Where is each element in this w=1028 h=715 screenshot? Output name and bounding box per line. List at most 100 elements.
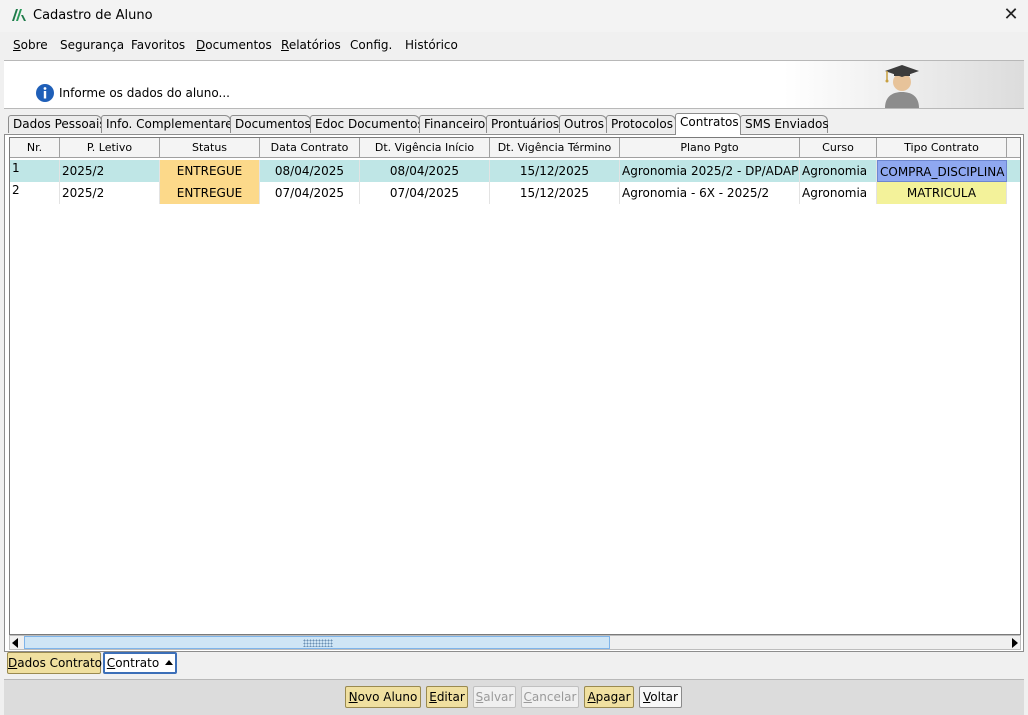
menu-item-documentos[interactable]: Documentos — [196, 38, 272, 52]
button-mnemonic: A — [587, 690, 596, 704]
menu-item-config[interactable]: Config. — [350, 38, 392, 52]
cell-status: ENTREGUE — [160, 160, 260, 182]
menu-label: obre — [20, 38, 48, 52]
cell-d — [1007, 182, 1020, 204]
button-label: oltar — [650, 690, 678, 704]
cell-data-contrato: 08/04/2025 — [260, 160, 360, 182]
cell-curso: Agronomia — [800, 182, 877, 204]
cell-plano-pgto: Agronomia - 6X - 2025/2 — [620, 182, 800, 204]
menu-label: Segurança — [60, 38, 125, 52]
info-message: Informe os dados do aluno... — [59, 86, 230, 100]
grid-header: Nr. P. Letivo Status Data Contrato Dt. V… — [10, 138, 1020, 158]
cell-vigencia-inicio: 08/04/2025 — [360, 160, 490, 182]
button-label: ditar — [436, 690, 465, 704]
scroll-left-icon[interactable] — [12, 638, 18, 648]
menu-item-sobre[interactable]: Sobre — [13, 38, 48, 52]
voltar-button[interactable]: Voltar — [639, 686, 682, 708]
contrato-dropdown-button[interactable]: Contrato — [103, 652, 177, 674]
button-label: ancelar — [531, 690, 577, 704]
column-header-d[interactable]: D — [1007, 138, 1020, 158]
cell-periodo: 2025/2 — [60, 160, 160, 182]
button-mnemonic: D — [8, 656, 18, 670]
cancelar-button[interactable]: Cancelar — [521, 686, 579, 708]
column-header-nr[interactable]: Nr. — [10, 138, 60, 158]
menu-mnemonic: R — [281, 38, 289, 52]
tab-prontuarios[interactable]: Prontuários — [486, 115, 560, 133]
cell-plano-pgto: Agronomia 2025/2 - DP/ADAP — [620, 160, 800, 182]
apagar-button[interactable]: Apagar — [584, 686, 634, 708]
info-icon — [36, 84, 54, 102]
dados-contrato-button[interactable]: Dados Contrato — [7, 652, 102, 674]
column-header-status[interactable]: Status — [160, 138, 260, 158]
tab-strip: Dados Pessoais Info. Complementares Docu… — [4, 113, 1024, 135]
editar-button[interactable]: Editar — [426, 686, 468, 708]
tab-contratos[interactable]: Contratos — [675, 113, 741, 135]
scroll-right-icon[interactable] — [1012, 638, 1018, 648]
button-mnemonic: N — [348, 690, 358, 704]
cell-tipo-contrato: COMPRA_DISCIPLINA — [877, 160, 1007, 182]
contracts-grid: Nr. P. Letivo Status Data Contrato Dt. V… — [9, 137, 1021, 635]
footer-bar: Novo Aluno Editar Salvar Cancelar Apagar… — [4, 679, 1024, 715]
menu-mnemonic: D — [196, 38, 206, 52]
menu-mnemonic: S — [13, 38, 21, 52]
column-header-vigencia-inicio[interactable]: Dt. Vigência Início — [360, 138, 490, 158]
tab-documentos[interactable]: Documentos — [230, 115, 311, 133]
cell-vigencia-termino: 15/12/2025 — [490, 160, 620, 182]
button-label: alvar — [483, 690, 514, 704]
title-bar: Cadastro de Aluno ✕ — [0, 0, 1028, 32]
column-header-vigencia-termino[interactable]: Dt. Vigência Término — [490, 138, 620, 158]
tab-sms-enviados[interactable]: SMS Enviados — [740, 115, 829, 133]
cell-status: ENTREGUE — [160, 182, 260, 204]
tab-info-complementares[interactable]: Info. Complementares — [101, 115, 239, 133]
student-graduate-icon — [885, 65, 919, 108]
novo-aluno-button[interactable]: Novo Aluno — [345, 686, 421, 708]
button-label: ados Contrato — [17, 656, 102, 670]
salvar-button[interactable]: Salvar — [473, 686, 516, 708]
menu-label: Histórico — [405, 38, 458, 52]
contratos-panel: Nr. P. Letivo Status Data Contrato Dt. V… — [4, 134, 1024, 652]
info-panel: Informe os dados do aluno... — [4, 60, 1024, 109]
table-row[interactable]: 2 2025/2 ENTREGUE 07/04/2025 07/04/2025 … — [10, 182, 1020, 204]
tab-dados-pessoais[interactable]: Dados Pessoais — [8, 115, 106, 133]
tab-outros[interactable]: Outros — [559, 115, 607, 133]
button-mnemonic: C — [523, 690, 532, 704]
window-title: Cadastro de Aluno — [33, 8, 153, 23]
button-mnemonic: C — [106, 656, 116, 670]
column-header-tipo-contrato[interactable]: Tipo Contrato — [877, 138, 1007, 158]
tab-edoc-documentos[interactable]: Edoc Documentos — [310, 115, 424, 133]
menu-label: Favoritos — [131, 38, 186, 52]
menu-label: elatórios — [288, 38, 341, 52]
menu-item-favoritos[interactable]: Favoritos — [131, 38, 185, 52]
tab-financeiro[interactable]: Financeiro — [419, 115, 487, 133]
close-icon[interactable]: ✕ — [994, 0, 1028, 32]
button-mnemonic: E — [429, 690, 437, 704]
tab-protocolos[interactable]: Protocolos — [606, 115, 676, 133]
cell-periodo: 2025/2 — [60, 182, 160, 204]
column-header-periodo-letivo[interactable]: P. Letivo — [60, 138, 160, 158]
column-header-plano-pgto[interactable]: Plano Pgto — [620, 138, 800, 158]
caret-up-icon — [165, 660, 174, 665]
menu-item-historico[interactable]: Histórico — [405, 38, 458, 52]
horizontal-scrollbar[interactable] — [9, 635, 1021, 650]
table-row[interactable]: 1 2025/2 ENTREGUE 08/04/2025 08/04/2025 … — [10, 160, 1020, 182]
cell-data-contrato: 07/04/2025 — [260, 182, 360, 204]
menu-item-seguranca[interactable]: Segurança — [60, 38, 124, 52]
scrollbar-grip — [303, 639, 333, 647]
button-label: ovo Aluno — [357, 690, 418, 704]
button-label: pagar — [595, 690, 631, 704]
button-label: ontrato — [115, 656, 160, 670]
menu-label: ocumentos — [205, 38, 272, 52]
menu-label: Config. — [350, 38, 393, 52]
cell-nr: 2 — [10, 182, 60, 204]
cell-nr: 1 — [10, 160, 60, 182]
contract-actions: Dados Contrato Contrato — [4, 651, 1024, 677]
column-header-curso[interactable]: Curso — [800, 138, 877, 158]
cell-curso: Agronomia — [800, 160, 877, 182]
scrollbar-thumb[interactable] — [24, 636, 610, 649]
menu-item-relatorios[interactable]: Relatórios — [281, 38, 341, 52]
column-header-data-contrato[interactable]: Data Contrato — [260, 138, 360, 158]
menu-bar: Sobre Segurança Favoritos Documentos Rel… — [4, 34, 1024, 58]
cell-vigencia-termino: 15/12/2025 — [490, 182, 620, 204]
cell-tipo-contrato: MATRICULA — [877, 182, 1007, 204]
cell-vigencia-inicio: 07/04/2025 — [360, 182, 490, 204]
